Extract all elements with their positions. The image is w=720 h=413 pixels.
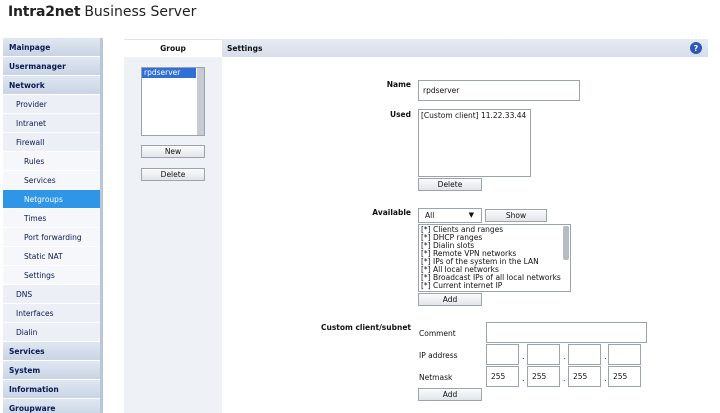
sidebar-item-usermanager[interactable]: Usermanager bbox=[3, 57, 100, 76]
netmask-octet-1[interactable]: 255 bbox=[486, 366, 519, 387]
used-list-item[interactable]: [Custom client] 11.22.33.44 bbox=[419, 112, 530, 120]
sidebar-item-mainpage[interactable]: Mainpage bbox=[3, 38, 100, 57]
ip-octet-4[interactable] bbox=[608, 344, 641, 365]
available-list-item[interactable]: [*] Current internet IP bbox=[419, 282, 570, 290]
sidebar-item-rules[interactable]: Rules bbox=[3, 152, 100, 171]
sidebar-item-netgroups[interactable]: Netgroups bbox=[3, 190, 100, 209]
chevron-down-icon: ▼ bbox=[468, 211, 474, 219]
sidebar-item-port-forwarding[interactable]: Port forwarding bbox=[3, 228, 100, 247]
netmask-dot: . bbox=[563, 374, 566, 383]
delete-group-button[interactable]: Delete bbox=[141, 168, 205, 181]
brand-name-bold: Intra2net bbox=[8, 4, 81, 20]
sidebar-item-services[interactable]: Services bbox=[3, 342, 100, 361]
available-list-scrollbar[interactable] bbox=[563, 226, 569, 260]
sidebar-item-firewall[interactable]: Firewall bbox=[3, 133, 100, 152]
available-filter-select[interactable]: All ▼ bbox=[418, 208, 482, 223]
sidebar-item-intranet[interactable]: Intranet bbox=[3, 114, 100, 133]
sidebar-item-groupware[interactable]: Groupware bbox=[3, 399, 100, 413]
ip-address-label: IP address bbox=[419, 351, 458, 360]
help-icon[interactable]: ? bbox=[690, 42, 702, 54]
available-list-rows: [*] Clients and ranges [*] DHCP ranges [*]… bbox=[419, 225, 570, 290]
settings-column-header: Settings bbox=[222, 39, 708, 57]
used-list[interactable]: [Custom client] 11.22.33.44 bbox=[418, 109, 531, 177]
sidebar-item-interfaces[interactable]: Interfaces bbox=[3, 304, 100, 323]
available-list[interactable]: [*] Clients and ranges [*] DHCP ranges [*]… bbox=[418, 224, 571, 292]
used-delete-button[interactable]: Delete bbox=[418, 178, 482, 191]
group-list-item-selected[interactable]: rpdserver bbox=[142, 68, 196, 78]
group-list-scrollbar[interactable] bbox=[197, 68, 204, 135]
brand-name-rest: Business Server bbox=[84, 4, 197, 20]
sidebar-item-services[interactable]: Services bbox=[3, 171, 100, 190]
sidebar-item-static-nat[interactable]: Static NAT bbox=[3, 247, 100, 266]
available-add-button[interactable]: Add bbox=[418, 293, 482, 306]
netmask-octet-3[interactable]: 255 bbox=[568, 366, 601, 387]
used-label: Used bbox=[389, 110, 411, 119]
sidebar-item-settings[interactable]: Settings bbox=[3, 266, 100, 285]
available-label: Available bbox=[372, 208, 411, 217]
sidebar-item-network[interactable]: Network bbox=[3, 76, 100, 95]
sidebar-item-dns[interactable]: DNS bbox=[3, 285, 100, 304]
group-column-header: Group bbox=[124, 39, 222, 57]
name-label: Name bbox=[386, 80, 411, 89]
ip-dot: . bbox=[522, 352, 525, 361]
comment-input[interactable] bbox=[486, 322, 647, 343]
ip-octet-1[interactable] bbox=[486, 344, 519, 365]
netmask-dot: . bbox=[522, 374, 525, 383]
custom-add-button[interactable]: Add bbox=[418, 388, 482, 401]
comment-label: Comment bbox=[419, 329, 456, 338]
sidebar-item-times[interactable]: Times bbox=[3, 209, 100, 228]
sidebar-item-information[interactable]: Information bbox=[3, 380, 100, 399]
netmask-label: Netmask bbox=[419, 373, 453, 382]
ip-dot: . bbox=[604, 352, 607, 361]
netmask-dot: . bbox=[604, 374, 607, 383]
netmask-octet-2[interactable]: 255 bbox=[527, 366, 560, 387]
brand-logo: Intra2net Business Server bbox=[8, 4, 196, 26]
sidebar-item-system[interactable]: System bbox=[3, 361, 100, 380]
available-filter-value: All bbox=[425, 211, 435, 220]
custom-client-label: Custom client/subnet bbox=[321, 323, 411, 332]
sidebar-nav: Mainpage Usermanager Network Provider Intran… bbox=[3, 38, 103, 413]
name-input[interactable]: rpdserver bbox=[418, 80, 580, 101]
group-list[interactable]: rpdserver bbox=[141, 67, 205, 136]
netmask-octet-4[interactable]: 255 bbox=[608, 366, 641, 387]
ip-octet-2[interactable] bbox=[527, 344, 560, 365]
new-group-button[interactable]: New bbox=[141, 145, 205, 158]
sidebar-item-dialin[interactable]: Dialin bbox=[3, 323, 100, 342]
ip-octet-3[interactable] bbox=[568, 344, 601, 365]
sidebar-item-provider[interactable]: Provider bbox=[3, 95, 100, 114]
ip-dot: . bbox=[563, 352, 566, 361]
show-button[interactable]: Show bbox=[485, 209, 547, 222]
